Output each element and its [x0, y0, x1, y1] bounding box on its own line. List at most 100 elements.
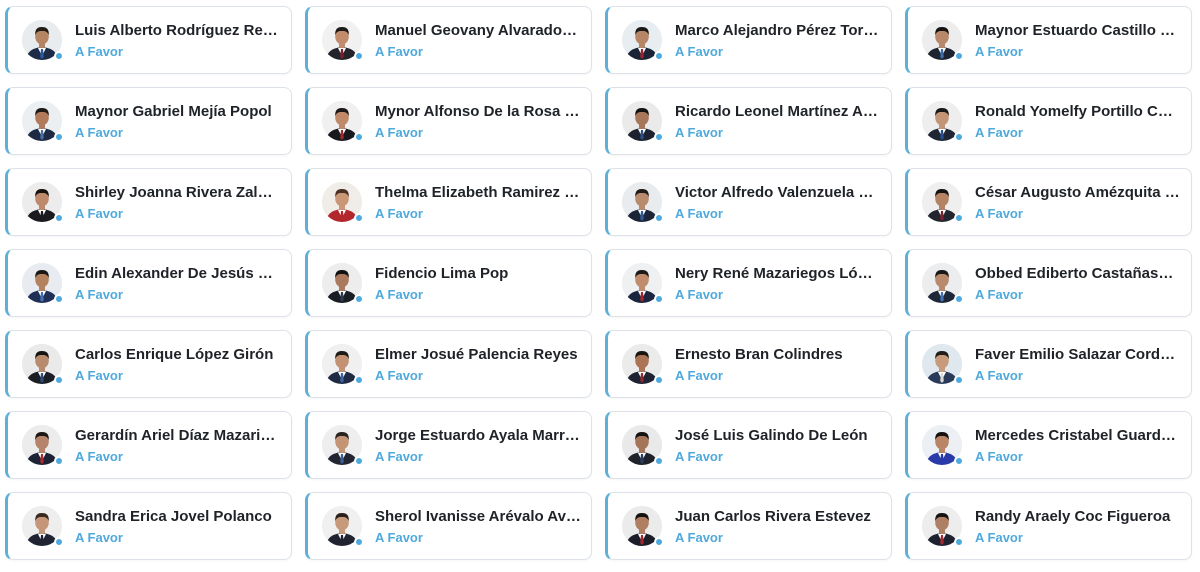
avatar-container — [622, 344, 664, 385]
deputy-name: Thelma Elizabeth Ramirez … — [375, 183, 580, 201]
deputy-card[interactable]: Mercedes Cristabel Guarda… A Favor — [905, 411, 1192, 479]
vote-status: A Favor — [375, 286, 423, 302]
deputy-card[interactable]: Fidencio Lima Pop A Favor — [305, 249, 592, 317]
avatar-container — [322, 20, 364, 61]
deputy-card[interactable]: Thelma Elizabeth Ramirez … A Favor — [305, 168, 592, 236]
deputy-info: Ernesto Bran Colindres A Favor — [675, 345, 891, 384]
deputy-card[interactable]: Gerardín Ariel Díaz Mazarie… A Favor — [5, 411, 292, 479]
status-dot-icon — [654, 132, 664, 142]
vote-status: A Favor — [75, 529, 123, 545]
status-dot-icon — [954, 537, 964, 547]
vote-status: A Favor — [375, 529, 423, 545]
deputy-info: Ronald Yomelfy Portillo Cor… A Favor — [975, 102, 1191, 141]
deputy-info: Marco Alejandro Pérez Tori… A Favor — [675, 21, 891, 60]
avatar-container — [22, 20, 64, 61]
vote-status: A Favor — [975, 286, 1023, 302]
deputy-card[interactable]: Maynor Estuardo Castillo y … A Favor — [905, 6, 1192, 74]
deputy-name: Nery René Mazariegos López — [675, 264, 881, 282]
deputy-info: Carlos Enrique López Girón A Favor — [75, 345, 291, 384]
deputy-card[interactable]: José Luis Galindo De León A Favor — [605, 411, 892, 479]
vote-status: A Favor — [975, 124, 1023, 140]
deputy-info: Elmer Josué Palencia Reyes A Favor — [375, 345, 591, 384]
deputy-card[interactable]: Victor Alfredo Valenzuela … A Favor — [605, 168, 892, 236]
status-dot-icon — [54, 456, 64, 466]
deputy-card[interactable]: Faver Emilio Salazar Cordero A Favor — [905, 330, 1192, 398]
avatar-container — [22, 263, 64, 304]
avatar-container — [22, 506, 64, 547]
vote-status: A Favor — [675, 367, 723, 383]
deputy-card[interactable]: Sandra Erica Jovel Polanco A Favor — [5, 492, 292, 560]
deputy-name: Shirley Joanna Rivera Zald… — [75, 183, 281, 201]
deputy-info: Jorge Estuardo Ayala Marr… A Favor — [375, 426, 591, 465]
deputy-card[interactable]: Randy Araely Coc Figueroa A Favor — [905, 492, 1192, 560]
status-dot-icon — [954, 51, 964, 61]
avatar-container — [322, 263, 364, 304]
avatar-container — [622, 101, 664, 142]
deputy-info: Shirley Joanna Rivera Zald… A Favor — [75, 183, 291, 222]
status-dot-icon — [354, 537, 364, 547]
deputy-name: Gerardín Ariel Díaz Mazarie… — [75, 426, 281, 444]
deputy-card[interactable]: Elmer Josué Palencia Reyes A Favor — [305, 330, 592, 398]
status-dot-icon — [354, 51, 364, 61]
deputy-card[interactable]: Marco Alejandro Pérez Tori… A Favor — [605, 6, 892, 74]
deputy-card[interactable]: Manuel Geovany Alvarado … A Favor — [305, 6, 592, 74]
deputy-info: Sherol Ivanisse Arévalo Avila A Favor — [375, 507, 591, 546]
avatar-container — [322, 344, 364, 385]
deputy-card[interactable]: Obbed Ediberto Castañasa … A Favor — [905, 249, 1192, 317]
vote-status: A Favor — [675, 286, 723, 302]
status-dot-icon — [54, 294, 64, 304]
avatar-container — [922, 182, 964, 223]
deputy-name: Sherol Ivanisse Arévalo Avila — [375, 507, 581, 525]
deputy-card[interactable]: Shirley Joanna Rivera Zald… A Favor — [5, 168, 292, 236]
status-dot-icon — [354, 213, 364, 223]
deputy-card[interactable]: Jorge Estuardo Ayala Marr… A Favor — [305, 411, 592, 479]
avatar-container — [322, 182, 364, 223]
avatar-container — [322, 425, 364, 466]
deputy-card[interactable]: Ronald Yomelfy Portillo Cor… A Favor — [905, 87, 1192, 155]
deputy-card[interactable]: Edin Alexander De Jesús M… A Favor — [5, 249, 292, 317]
deputy-info: Faver Emilio Salazar Cordero A Favor — [975, 345, 1191, 384]
status-dot-icon — [654, 51, 664, 61]
deputy-card[interactable]: Nery René Mazariegos López A Favor — [605, 249, 892, 317]
deputy-info: Luis Alberto Rodríguez Reyes A Favor — [75, 21, 291, 60]
vote-status: A Favor — [375, 205, 423, 221]
deputy-card[interactable]: Juan Carlos Rivera Estevez A Favor — [605, 492, 892, 560]
status-dot-icon — [354, 375, 364, 385]
deputy-name: Elmer Josué Palencia Reyes — [375, 345, 578, 363]
vote-status: A Favor — [975, 448, 1023, 464]
status-dot-icon — [654, 294, 664, 304]
deputy-card[interactable]: Mynor Alfonso De la Rosa … A Favor — [305, 87, 592, 155]
avatar-container — [922, 263, 964, 304]
avatar-container — [922, 20, 964, 61]
vote-status: A Favor — [675, 448, 723, 464]
deputy-name: Randy Araely Coc Figueroa — [975, 507, 1171, 525]
deputy-info: Juan Carlos Rivera Estevez A Favor — [675, 507, 891, 546]
deputy-card[interactable]: Luis Alberto Rodríguez Reyes A Favor — [5, 6, 292, 74]
avatar-container — [322, 101, 364, 142]
deputy-card[interactable]: Maynor Gabriel Mejía Popol A Favor — [5, 87, 292, 155]
avatar-container — [22, 425, 64, 466]
vote-status: A Favor — [675, 529, 723, 545]
avatar-container — [622, 263, 664, 304]
status-dot-icon — [54, 51, 64, 61]
deputy-card[interactable]: César Augusto Amézquita … A Favor — [905, 168, 1192, 236]
vote-status: A Favor — [975, 205, 1023, 221]
deputy-card[interactable]: Carlos Enrique López Girón A Favor — [5, 330, 292, 398]
status-dot-icon — [954, 132, 964, 142]
deputy-info: Nery René Mazariegos López A Favor — [675, 264, 891, 303]
deputy-info: Ricardo Leonel Martínez Al… A Favor — [675, 102, 891, 141]
deputy-card[interactable]: Ernesto Bran Colindres A Favor — [605, 330, 892, 398]
deputy-name: José Luis Galindo De León — [675, 426, 868, 444]
deputy-name: Mynor Alfonso De la Rosa … — [375, 102, 580, 120]
vote-status: A Favor — [75, 367, 123, 383]
deputy-info: José Luis Galindo De León A Favor — [675, 426, 891, 465]
deputy-name: Maynor Gabriel Mejía Popol — [75, 102, 272, 120]
vote-status: A Favor — [75, 448, 123, 464]
deputy-card[interactable]: Sherol Ivanisse Arévalo Avila A Favor — [305, 492, 592, 560]
vote-status: A Favor — [675, 43, 723, 59]
deputy-name: Faver Emilio Salazar Cordero — [975, 345, 1181, 363]
deputy-name: Jorge Estuardo Ayala Marr… — [375, 426, 580, 444]
avatar-container — [922, 506, 964, 547]
status-dot-icon — [954, 294, 964, 304]
deputy-card[interactable]: Ricardo Leonel Martínez Al… A Favor — [605, 87, 892, 155]
